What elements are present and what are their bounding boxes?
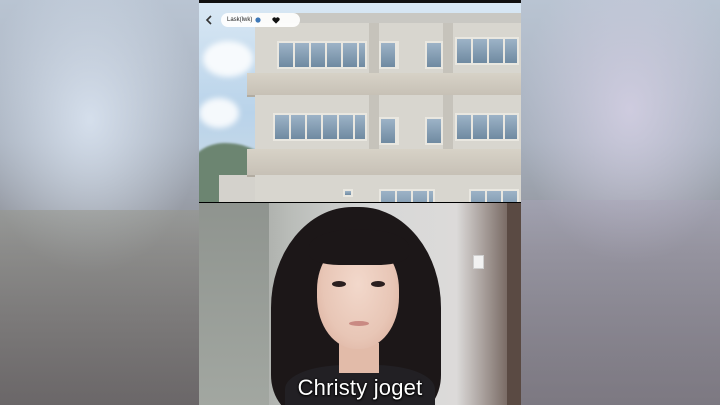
school-building [247, 13, 521, 202]
balcony [247, 149, 521, 177]
person-bangs [309, 229, 409, 265]
window [379, 189, 435, 202]
heart-icon[interactable] [272, 16, 280, 24]
window [343, 189, 353, 197]
window [379, 41, 399, 69]
account-username: Lask(lwk) [227, 17, 253, 23]
light-switch [473, 255, 484, 269]
window [425, 117, 443, 145]
window [455, 37, 519, 65]
balcony [247, 73, 521, 97]
window [379, 117, 399, 145]
person-eye [371, 281, 385, 287]
pillar [369, 95, 379, 155]
cloud [199, 98, 239, 128]
video-frame[interactable]: Lask(lwk) Christy joget [199, 0, 521, 405]
stitch-source-header: Lask(lwk) [201, 13, 306, 27]
person-eye [332, 281, 346, 287]
window [273, 113, 367, 141]
backdrop-right-shade [520, 200, 720, 405]
window [277, 41, 367, 69]
video-caption: Christy joget [297, 375, 423, 400]
account-pill[interactable]: Lask(lwk) [221, 13, 301, 27]
cloud [203, 41, 253, 77]
pillar [443, 95, 453, 155]
person-mouth [349, 321, 369, 326]
stitched-clip-school-building: Lask(lwk) [199, 3, 521, 202]
window [425, 41, 443, 69]
globe-icon [255, 17, 261, 23]
window [469, 189, 519, 202]
chevron-left-icon[interactable] [203, 14, 215, 26]
window [455, 113, 519, 141]
backdrop-left-shade [0, 210, 200, 405]
